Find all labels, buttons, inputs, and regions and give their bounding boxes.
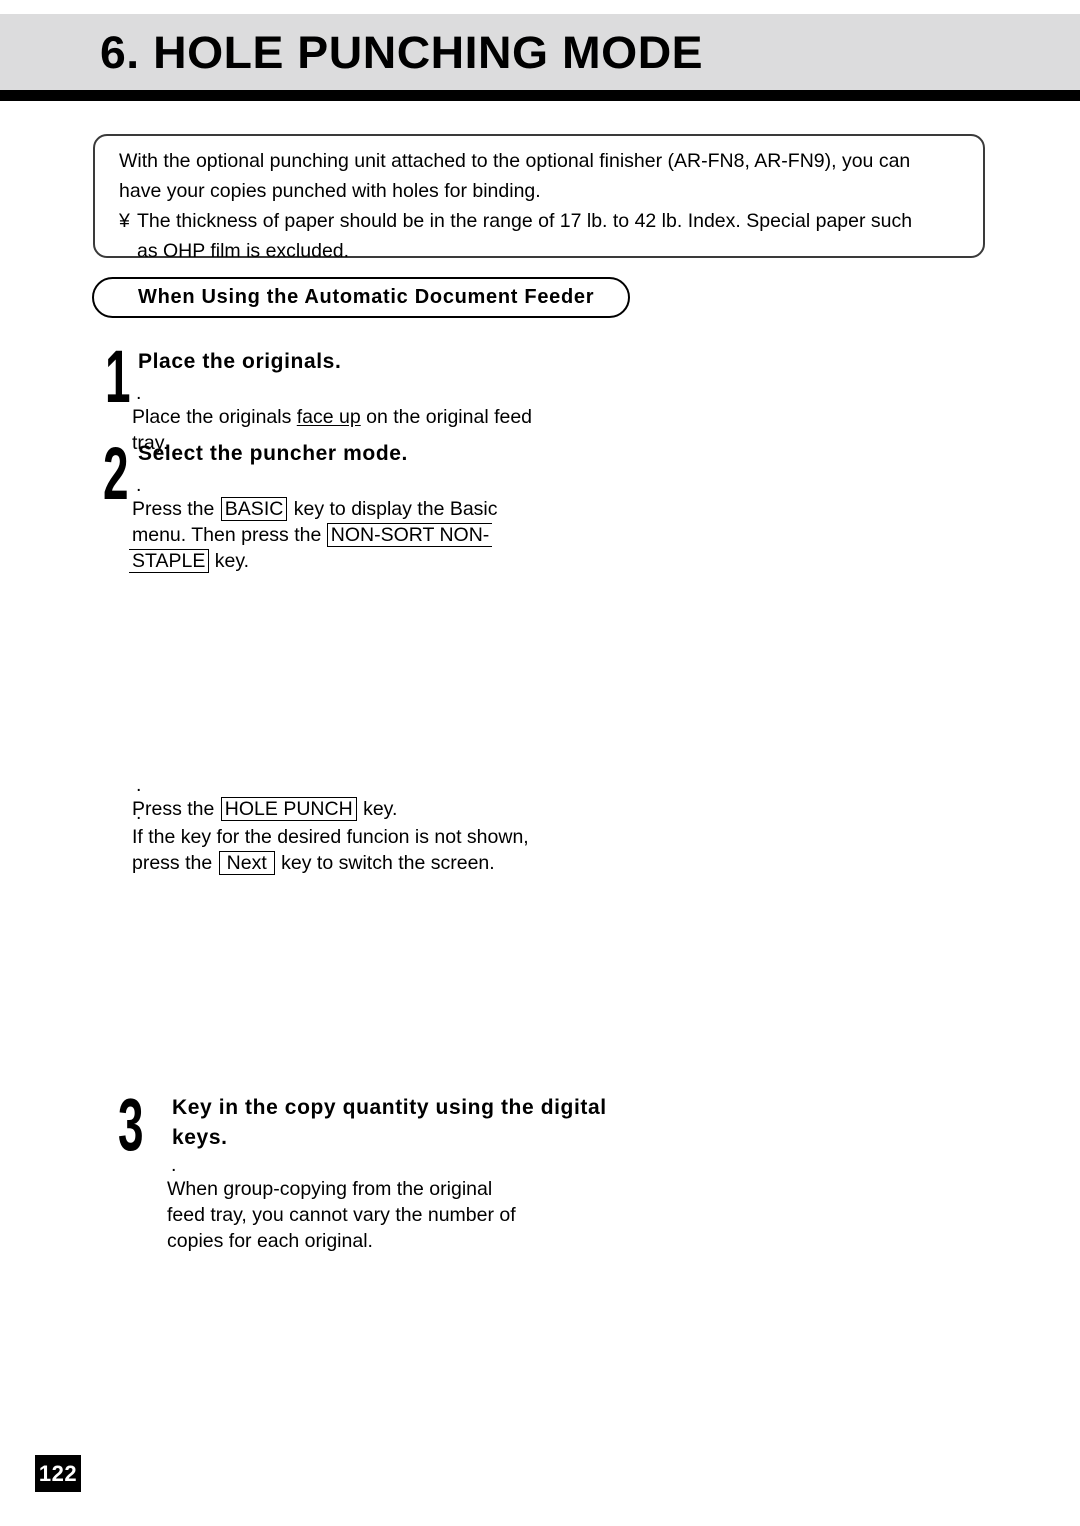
bullet-item: . When group-copying from the original f…: [167, 1152, 587, 1254]
step2-body-line-2: menu. Then press the NON-SORT NON-: [132, 522, 572, 548]
step-title-3: Key in the copy quantity using the digit…: [172, 1093, 607, 1153]
step-body-3: . When group-copying from the original f…: [167, 1150, 587, 1254]
mid-b2-pre: press the: [132, 852, 218, 874]
intro-callout-text: With the optional punching unit attached…: [119, 146, 964, 266]
step-number-1: 1: [105, 335, 131, 418]
step-title-2: Select the puncher mode.: [138, 442, 408, 465]
key-basic[interactable]: BASIC: [220, 497, 288, 521]
mid-bullet-2-line-1: If the key for the desired funcion is no…: [132, 826, 529, 848]
intro-note-line-1: The thickness of paper should be in the …: [137, 210, 913, 232]
bullet-dot-icon: .: [136, 802, 142, 824]
bullet-dot-icon: .: [136, 474, 142, 496]
page-title: 6. HOLE PUNCHING MODE: [100, 27, 704, 78]
bullet-item: . Press the BASIC key to display the Bas…: [129, 472, 572, 574]
step2-line3-post: key.: [209, 550, 250, 572]
step3-body-line-2: feed tray, you cannot vary the number of: [167, 1204, 516, 1226]
step2-body-line-1: Press the BASIC key to display the Basic: [132, 496, 572, 522]
intro-note-line-2: as OHP film is excluded.: [137, 240, 350, 262]
intro-line-2: have your copies punched with holes for …: [119, 180, 541, 202]
key-next[interactable]: Next: [218, 851, 275, 875]
intro-note: ¥ The thickness of paper should be in th…: [119, 206, 964, 266]
bullet-dot-icon: .: [171, 1154, 177, 1176]
step3-title-line-2: keys.: [172, 1126, 228, 1149]
step2-body-line-3: STAPLE key.: [129, 548, 572, 574]
bullet-dot-icon: .: [136, 774, 142, 796]
bullet-dot-icon: .: [136, 382, 142, 404]
step1-text-underlined: face up: [296, 406, 361, 428]
intro-line-1: With the optional punching unit attached…: [119, 150, 911, 172]
yen-bullet-icon: ¥: [119, 210, 130, 232]
step3-body-line-1: When group-copying from the original: [167, 1178, 493, 1200]
step-number-2: 2: [103, 432, 129, 515]
mid-bullet-2-line-2: press the Next key to switch the screen.: [132, 850, 582, 876]
bullet-item: . If the key for the desired funcion is …: [132, 800, 582, 876]
mid-bullet-2: . If the key for the desired funcion is …: [132, 798, 582, 876]
mid-b2-post: key to switch the screen.: [275, 852, 495, 874]
header-divider-rule: [0, 90, 1080, 101]
step-body-2: . Press the BASIC key to display the Bas…: [129, 470, 572, 574]
page-number-badge: 122: [35, 1455, 81, 1492]
step2-text-post: key to display the Basic: [288, 498, 498, 520]
key-non-sort-non-staple-part1[interactable]: NON-SORT NON-: [326, 523, 493, 547]
step1-body-line-1: Place the originals face up on the origi…: [132, 404, 562, 430]
step2-text-pre: Press the: [132, 498, 220, 520]
section-pill-label: When Using the Automatic Document Feeder: [138, 286, 595, 308]
step1-text-pre: Place the originals: [132, 406, 297, 428]
step-title-1: Place the originals.: [138, 350, 342, 373]
step2-line2-pre: menu. Then press the: [132, 524, 327, 546]
step-number-3: 3: [118, 1083, 144, 1166]
step1-text-post: on the original feed: [360, 406, 533, 428]
step3-title-line-1: Key in the copy quantity using the digit…: [172, 1096, 607, 1119]
step3-body-line-3: copies for each original.: [167, 1230, 373, 1252]
key-non-sort-non-staple-part2[interactable]: STAPLE: [129, 549, 210, 573]
